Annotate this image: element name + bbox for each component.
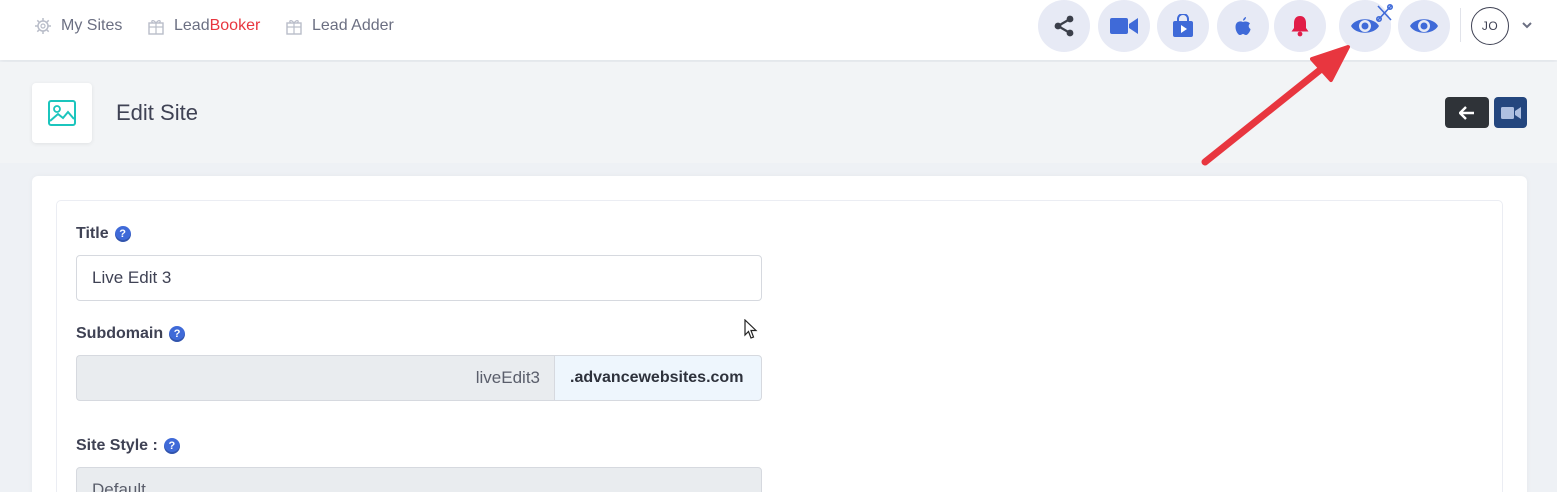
gift-icon	[147, 17, 165, 35]
tutorial-video-button[interactable]	[1494, 97, 1527, 128]
live-edit-button[interactable]	[1339, 0, 1393, 52]
nav-lead-adder[interactable]: Lead Adder	[285, 15, 394, 37]
nav-leadbooker-label-b: Booker	[209, 17, 261, 34]
title-label-text: Title	[76, 225, 109, 242]
top-navbar: My Sites Lead Booker Lead Adder JO	[0, 0, 1557, 60]
preview-button[interactable]	[1398, 0, 1450, 52]
gear-icon	[34, 17, 52, 35]
title-label: Title ?	[76, 225, 131, 243]
user-avatar[interactable]: JO	[1471, 7, 1509, 45]
chevron-down-icon[interactable]	[1520, 18, 1534, 32]
nav-my-sites-label: My Sites	[61, 17, 123, 34]
nav-leadbooker[interactable]: Lead Booker	[147, 15, 260, 37]
video-icon	[1110, 18, 1138, 34]
subdomain-label-text: Subdomain	[76, 325, 164, 342]
site-style-label-text: Site Style :	[76, 437, 158, 454]
live-edit-eye-icon	[1351, 4, 1393, 33]
help-icon[interactable]: ?	[169, 326, 186, 342]
subdomain-suffix: .advancewebsites.com	[554, 355, 762, 401]
apple-button[interactable]	[1217, 0, 1269, 52]
gift-icon	[285, 17, 303, 35]
page-icon-tile	[32, 83, 92, 143]
video-button[interactable]	[1098, 0, 1150, 52]
page-title: Edit Site	[116, 100, 198, 125]
store-button[interactable]	[1157, 0, 1209, 52]
notifications-button[interactable]	[1274, 0, 1326, 52]
help-icon[interactable]: ?	[114, 226, 131, 242]
share-icon	[1054, 15, 1074, 37]
mouse-cursor-icon	[744, 319, 758, 339]
eye-icon	[1410, 19, 1438, 33]
share-button[interactable]	[1038, 0, 1090, 52]
subdomain-label: Subdomain ?	[76, 325, 186, 343]
store-play-icon	[1173, 14, 1193, 37]
help-icon[interactable]: ?	[163, 438, 180, 454]
nav-leadbooker-label-a: Lead	[174, 17, 210, 34]
video-icon	[1500, 106, 1521, 119]
form-panel	[56, 200, 1503, 492]
image-icon	[48, 100, 76, 126]
nav-lead-adder-label: Lead Adder	[312, 17, 394, 34]
back-button[interactable]	[1445, 97, 1489, 128]
site-style-select[interactable]: Default	[76, 467, 762, 492]
subdomain-input[interactable]: liveEdit3	[76, 355, 555, 401]
subheader	[0, 62, 1557, 163]
nav-divider	[1460, 8, 1461, 42]
arrow-left-icon	[1459, 105, 1474, 120]
nav-my-sites[interactable]: My Sites	[34, 15, 122, 37]
apple-icon	[1235, 17, 1251, 35]
bell-icon	[1291, 16, 1309, 37]
site-style-label: Site Style : ?	[76, 437, 180, 455]
title-input[interactable]: Live Edit 3	[76, 255, 762, 301]
